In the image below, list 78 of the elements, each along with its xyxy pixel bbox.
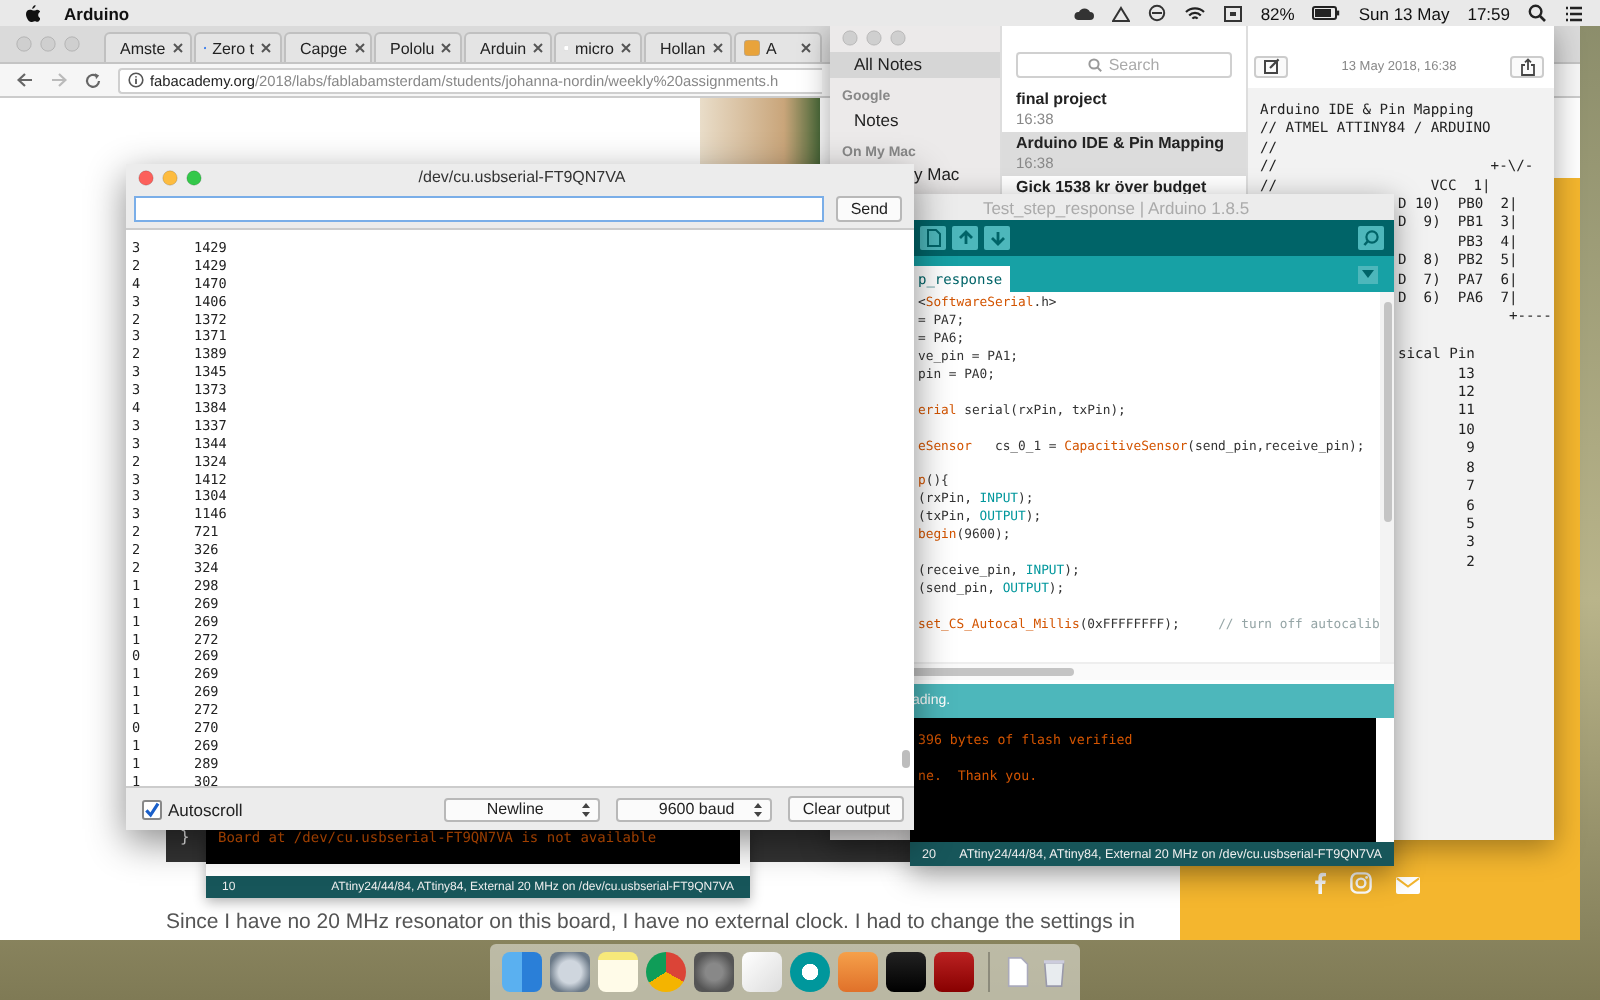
checkmark-icon — [144, 801, 160, 817]
file-icon[interactable] — [1003, 952, 1032, 992]
message-input[interactable] — [134, 196, 825, 222]
updown-arrows-icon — [582, 801, 591, 817]
browser-tab[interactable]: Zero t — [194, 32, 282, 62]
browser-tab[interactable]: micro — [554, 32, 642, 62]
favicon-icon — [744, 40, 760, 56]
scrollbar-thumb[interactable] — [910, 668, 1074, 676]
menu-bar-clock: 17:59 — [1467, 3, 1510, 23]
browser-tab[interactable]: Hollan — [644, 32, 732, 62]
browser-tab[interactable]: Amste — [104, 32, 192, 62]
up-arrow-icon — [955, 228, 975, 248]
cloud-icon[interactable] — [1074, 5, 1095, 21]
battery-percentage: 82% — [1260, 3, 1295, 23]
down-arrow-button[interactable] — [984, 226, 1010, 250]
browser-tab[interactable]: Capge — [284, 32, 372, 62]
down-arrow-icon — [987, 228, 1007, 248]
share-button[interactable] — [1510, 55, 1544, 77]
envelope-icon[interactable] — [1396, 876, 1420, 894]
caret-icon — [1362, 270, 1374, 278]
triangle-icon[interactable] — [1112, 5, 1131, 21]
window-title: /dev/cu.usbserial-FT9QN7VA — [416, 168, 628, 186]
compose-button[interactable] — [1254, 55, 1288, 77]
updown-arrows-icon — [754, 801, 763, 817]
close-icon[interactable] — [800, 42, 812, 54]
baud-rate-dropdown[interactable]: 9600 baud — [616, 797, 773, 821]
magnifier-icon — [1361, 228, 1381, 248]
search-icon[interactable] — [1528, 4, 1546, 22]
sidebar-item[interactable]: y Mac — [914, 164, 960, 186]
forward-arrow-icon[interactable] — [50, 72, 68, 88]
scrollbar-thumb[interactable] — [1383, 302, 1391, 522]
clear-output-button[interactable]: Clear output — [788, 796, 904, 822]
list-icon[interactable] — [1564, 5, 1584, 21]
close-icon[interactable] — [440, 42, 453, 54]
close-icon[interactable] — [171, 42, 184, 54]
note-title: Arduino IDE & Pin Mapping — [1016, 134, 1226, 154]
circle-icon[interactable] — [1148, 4, 1167, 22]
tab-menu-button[interactable] — [1358, 265, 1378, 283]
note-title: final project — [1016, 90, 1109, 110]
autoscroll-checkbox[interactable]: Autoscroll — [142, 799, 243, 819]
sidebar-item[interactable]: Notes — [830, 108, 1000, 134]
up-arrow-button[interactable] — [952, 226, 978, 250]
apple-icon[interactable] — [24, 4, 40, 22]
close-icon[interactable] — [532, 42, 545, 54]
close-icon[interactable] — [620, 42, 632, 54]
close-icon[interactable] — [711, 42, 724, 54]
display-icon[interactable] — [1224, 5, 1243, 21]
notepad-app-icon[interactable] — [598, 952, 638, 992]
terminal-app-icon[interactable] — [886, 952, 926, 992]
sidebar-item[interactable]: All Notes — [830, 52, 1000, 78]
instagram-icon[interactable] — [1350, 872, 1372, 894]
facebook-icon[interactable] — [1314, 872, 1326, 894]
circle-app-icon[interactable] — [646, 952, 686, 992]
note-title: Gick 1538 kr över budget — [1016, 178, 1209, 198]
line-ending-dropdown[interactable]: Newline — [444, 797, 601, 821]
search-icon — [1088, 58, 1103, 72]
close-icon[interactable] — [260, 42, 272, 54]
info-icon[interactable] — [128, 72, 144, 88]
wifi-icon[interactable] — [1184, 5, 1207, 21]
photo-placeholder — [700, 98, 820, 164]
browser-tab[interactable]: Pololu — [374, 32, 462, 62]
menu-bar-date: Sun 13 May — [1358, 3, 1450, 23]
send-button[interactable]: Send — [836, 196, 902, 222]
new-file-button[interactable] — [920, 226, 946, 250]
back-arrow-icon[interactable] — [16, 72, 34, 88]
browser-tab[interactable]: A — [734, 32, 822, 62]
serial-monitor-button[interactable] — [1358, 226, 1384, 250]
window-title: Test_step_response | Arduino 1.8.5 — [910, 194, 1394, 220]
app-menu[interactable]: Arduino — [64, 3, 130, 23]
reload-icon[interactable] — [84, 71, 102, 89]
share-icon — [1519, 57, 1535, 75]
scrollbar-thumb[interactable] — [902, 750, 910, 768]
battery-icon — [1312, 6, 1341, 20]
browser-tab[interactable]: Arduin — [464, 32, 552, 62]
pencil-square-icon — [1263, 58, 1279, 74]
close-icon[interactable] — [353, 42, 366, 54]
new-file-icon — [923, 228, 943, 248]
page-paragraph: Since I have no 20 MHz resonator on this board, I have no external clock. I had to change the settings in — [166, 910, 1137, 934]
